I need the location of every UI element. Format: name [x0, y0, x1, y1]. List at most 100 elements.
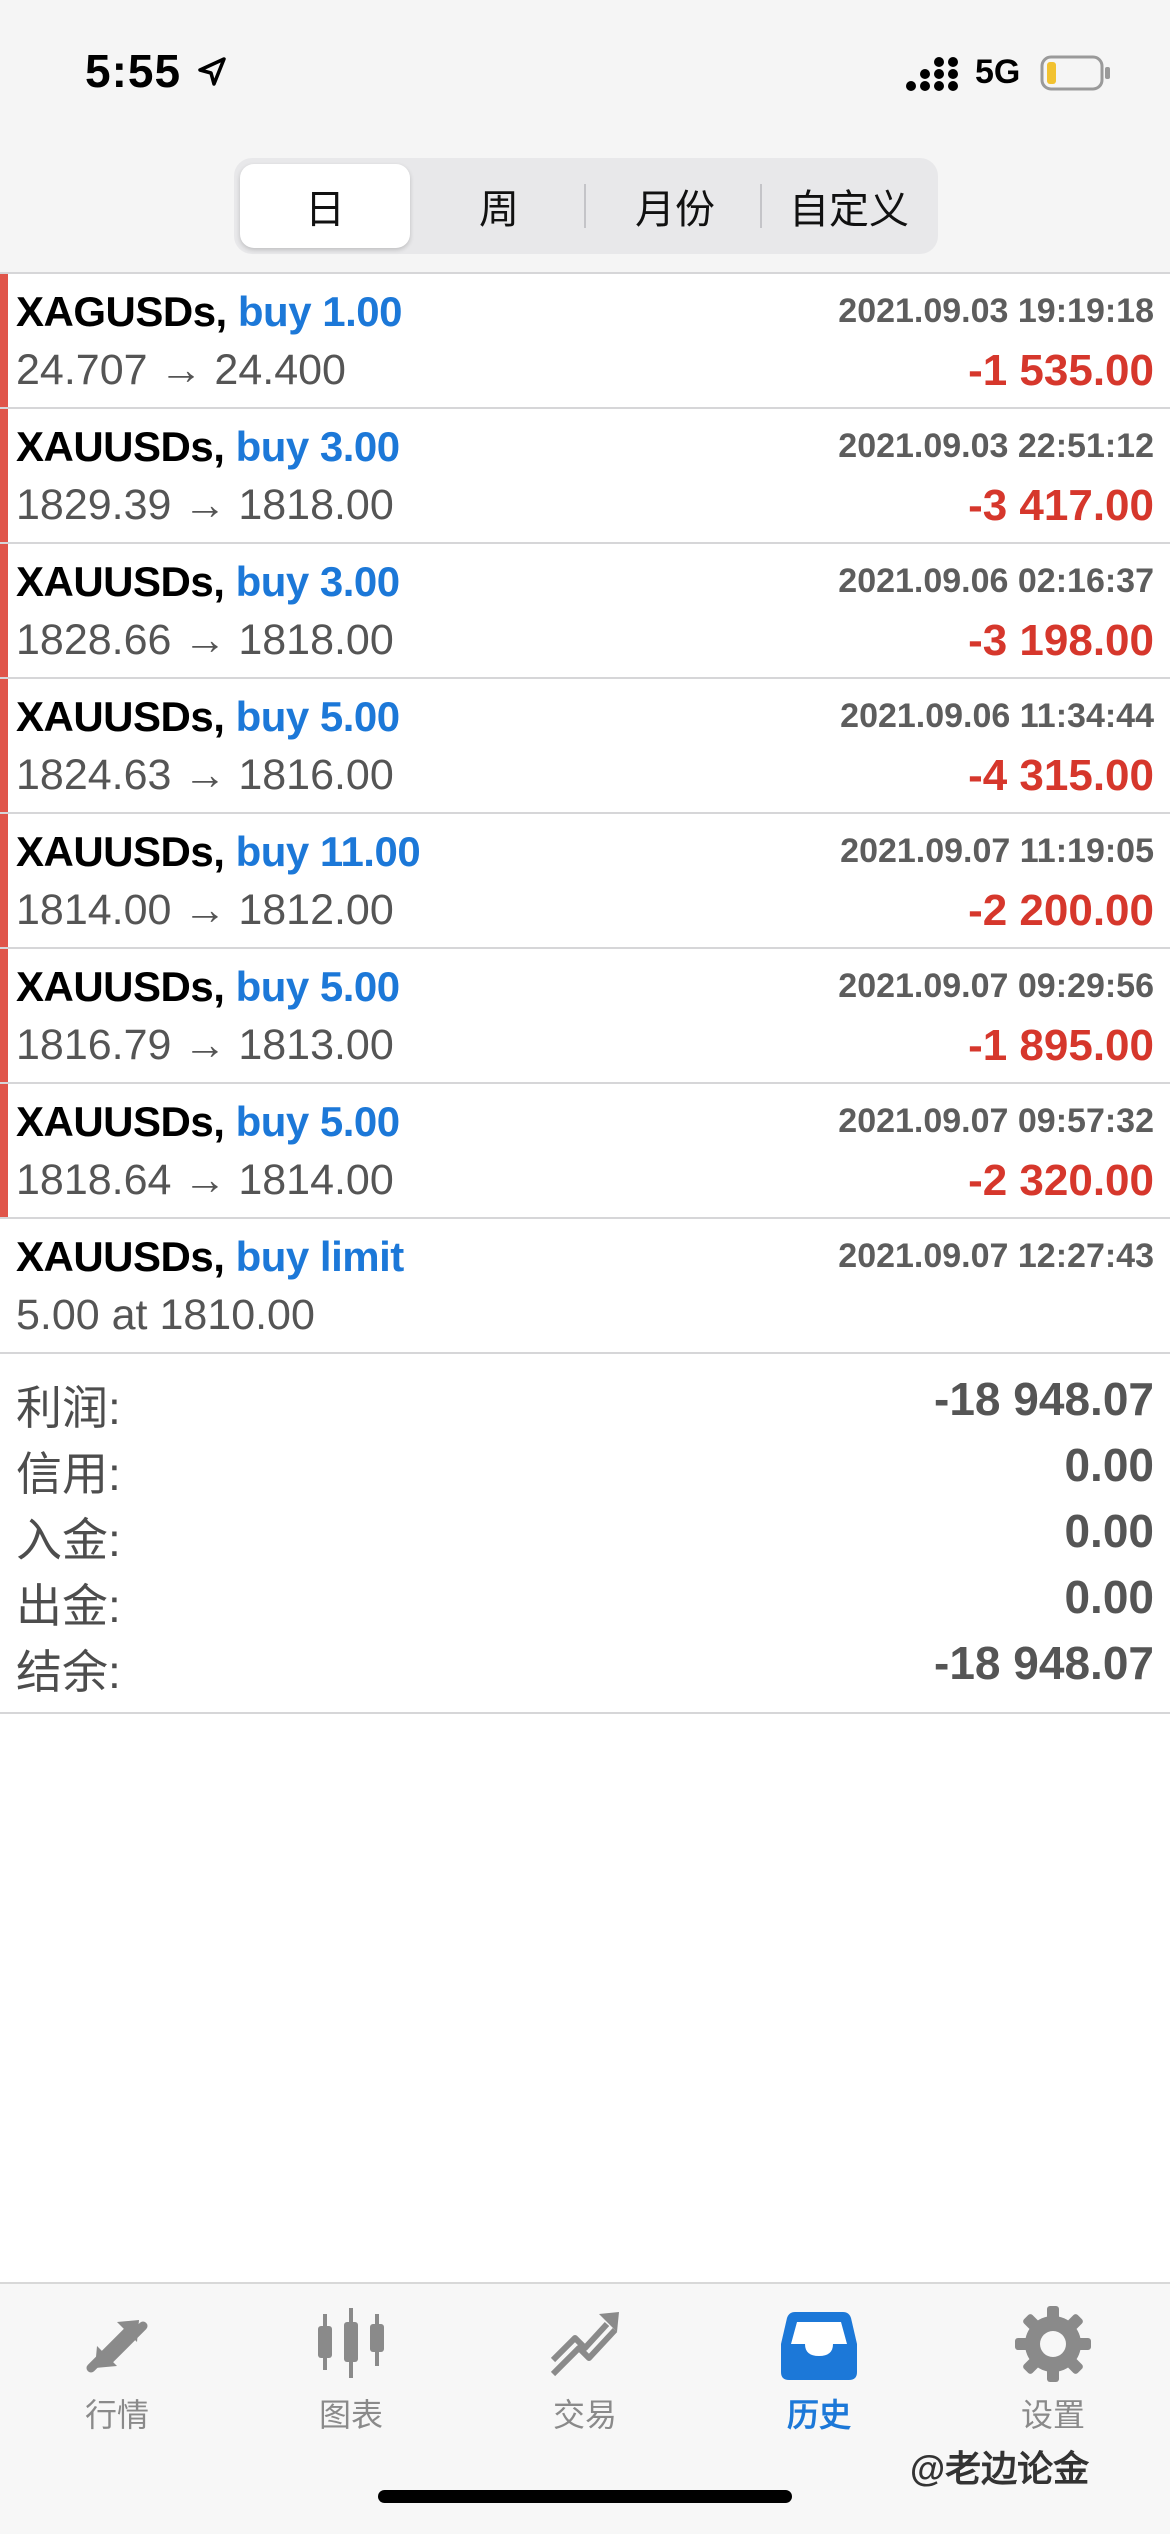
order-action: buy limit	[235, 1233, 405, 1280]
deal-profit: -3 198.00	[968, 616, 1154, 665]
battery-icon	[1040, 55, 1110, 91]
deal-symbol: XAUUSDs,	[16, 828, 225, 875]
deal-time: 2021.09.07 09:57:32	[838, 1102, 1154, 1140]
order-details: 5.00 at 1810.00	[16, 1291, 315, 1339]
summary-value: 0.00	[1064, 1571, 1154, 1623]
deal-row[interactable]: XAUUSDs, buy 3.00 2021.09.06 02:16:37 18…	[0, 544, 1170, 679]
period-tab-custom[interactable]: 自定义	[764, 164, 934, 248]
tab-label: 历史	[786, 2397, 851, 2433]
deal-symbol: XAUUSDs,	[16, 693, 225, 740]
deal-prices: 1814.00 → 1812.00	[16, 886, 394, 934]
summary-label: 结余:	[16, 1646, 121, 1698]
period-tab-week[interactable]: 周	[414, 164, 584, 248]
order-symbol-line: XAUUSDs, buy limit	[16, 1233, 404, 1281]
summary-value: 0.00	[1064, 1505, 1154, 1557]
network-type: 5G	[975, 53, 1021, 91]
deal-action: buy 3.00	[235, 423, 401, 470]
summary-row-deposit: 入金: 0.00	[0, 1500, 1170, 1566]
tab-trade[interactable]: 交易	[468, 2284, 702, 2454]
summary-value: -18 948.07	[934, 1373, 1154, 1425]
order-time: 2021.09.07 12:27:43	[838, 1237, 1154, 1275]
deal-prices: 1816.79 → 1813.00	[16, 1021, 394, 1069]
segment-divider	[760, 184, 762, 228]
period-tab-day[interactable]: 日	[240, 164, 410, 248]
summary-label: 利润:	[16, 1382, 121, 1434]
deal-time: 2021.09.07 11:19:05	[840, 832, 1154, 870]
quotes-arrows-icon	[86, 2320, 148, 2373]
summary-label: 信用:	[16, 1448, 121, 1500]
period-tab-month[interactable]: 月份	[590, 164, 760, 248]
tab-label: 图表	[318, 2397, 383, 2433]
history-inbox-icon	[781, 2312, 857, 2380]
summary-value: 0.00	[1064, 1439, 1154, 1491]
tab-history[interactable]: 历史	[702, 2284, 936, 2454]
deal-row[interactable]: XAUUSDs, buy 5.00 2021.09.07 09:57:32 18…	[0, 1084, 1170, 1219]
deal-symbol-line: XAUUSDs, buy 5.00	[16, 1098, 400, 1146]
summary-row-balance: 结余: -18 948.07	[0, 1632, 1170, 1698]
candlestick-chart-icon	[318, 2308, 384, 2378]
deal-row[interactable]: XAUUSDs, buy 5.00 2021.09.07 09:29:56 18…	[0, 949, 1170, 1084]
tab-quotes[interactable]: 行情	[0, 2284, 234, 2454]
deal-row[interactable]: XAUUSDs, buy 11.00 2021.09.07 11:19:05 1…	[0, 814, 1170, 949]
cellular-signal-icon	[906, 57, 958, 91]
deal-time: 2021.09.03 22:51:12	[838, 427, 1154, 465]
deal-action: buy 11.00	[235, 828, 421, 875]
deal-symbol-line: XAUUSDs, buy 5.00	[16, 963, 400, 1011]
deal-symbol: XAUUSDs,	[16, 1098, 225, 1145]
deal-profit: -1 895.00	[968, 1021, 1154, 1070]
deal-action: buy 5.00	[235, 963, 401, 1010]
segment-divider	[584, 184, 586, 228]
deal-symbol-line: XAUUSDs, buy 5.00	[16, 693, 400, 741]
loss-indicator-bar	[0, 679, 8, 812]
summary-label: 入金:	[16, 1514, 121, 1566]
deal-prices: 1828.66 → 1818.00	[16, 616, 394, 664]
watermark: @老边论金	[910, 2448, 1090, 2489]
deal-profit: -2 320.00	[968, 1156, 1154, 1205]
deal-symbol-line: XAUUSDs, buy 3.00	[16, 423, 400, 471]
tab-settings[interactable]: 设置	[936, 2284, 1170, 2454]
deal-profit: -4 315.00	[968, 751, 1154, 800]
loss-indicator-bar	[0, 1084, 8, 1217]
tab-label: 交易	[552, 2397, 617, 2433]
loss-indicator-bar	[0, 814, 8, 947]
deal-action: buy 5.00	[235, 693, 401, 740]
summary-row-withdrawal: 出金: 0.00	[0, 1566, 1170, 1632]
deal-prices: 1829.39 → 1818.00	[16, 481, 394, 529]
deal-row[interactable]: XAUUSDs, buy 5.00 2021.09.06 11:34:44 18…	[0, 679, 1170, 814]
trade-line-icon	[550, 2312, 619, 2377]
deal-symbol-line: XAUUSDs, buy 3.00	[16, 558, 400, 606]
deal-symbol: XAGUSDs,	[16, 288, 227, 335]
loss-indicator-bar	[0, 274, 8, 407]
period-segmented-control: 日 周 月份 自定义	[234, 158, 938, 254]
deal-profit: -1 535.00	[968, 346, 1154, 395]
pending-order-row[interactable]: XAUUSDs, buy limit 2021.09.07 12:27:43 5…	[0, 1219, 1170, 1354]
deal-row[interactable]: XAUUSDs, buy 3.00 2021.09.03 22:51:12 18…	[0, 409, 1170, 544]
home-indicator[interactable]	[378, 2490, 792, 2503]
deal-symbol: XAUUSDs,	[16, 558, 225, 605]
deal-time: 2021.09.06 11:34:44	[840, 697, 1154, 735]
deal-symbol-line: XAGUSDs, buy 1.00	[16, 288, 402, 336]
deal-action: buy 5.00	[235, 1098, 401, 1145]
status-time: 5:55	[85, 45, 182, 97]
tab-chart[interactable]: 图表	[234, 2284, 468, 2454]
account-summary: 利润: -18 948.07 信用: 0.00 入金: 0.00 出金: 0.0…	[0, 1352, 1170, 1714]
deal-symbol: XAUUSDs,	[16, 423, 225, 470]
deal-symbol: XAUUSDs,	[16, 963, 225, 1010]
period-selector-bar: 日 周 月份 自定义	[0, 150, 1170, 272]
deal-profit: -2 200.00	[968, 886, 1154, 935]
location-arrow-icon	[198, 57, 226, 86]
summary-row-credit: 信用: 0.00	[0, 1434, 1170, 1500]
deal-time: 2021.09.03 19:19:18	[838, 292, 1154, 330]
deal-prices: 1818.64 → 1814.00	[16, 1156, 394, 1204]
deal-row[interactable]: XAGUSDs, buy 1.00 2021.09.03 19:19:18 24…	[0, 274, 1170, 409]
loss-indicator-bar	[0, 409, 8, 542]
deal-action: buy 3.00	[235, 558, 401, 605]
summary-value: -18 948.07	[934, 1637, 1154, 1689]
tab-label: 设置	[1020, 2397, 1085, 2433]
summary-row-profit: 利润: -18 948.07	[0, 1368, 1170, 1434]
order-symbol: XAUUSDs,	[16, 1233, 225, 1280]
history-list: XAGUSDs, buy 1.00 2021.09.03 19:19:18 24…	[0, 272, 1170, 1354]
deal-prices: 24.707 → 24.400	[16, 346, 346, 394]
status-bar: 5:55 5G	[0, 0, 1170, 150]
deal-symbol-line: XAUUSDs, buy 11.00	[16, 828, 421, 876]
